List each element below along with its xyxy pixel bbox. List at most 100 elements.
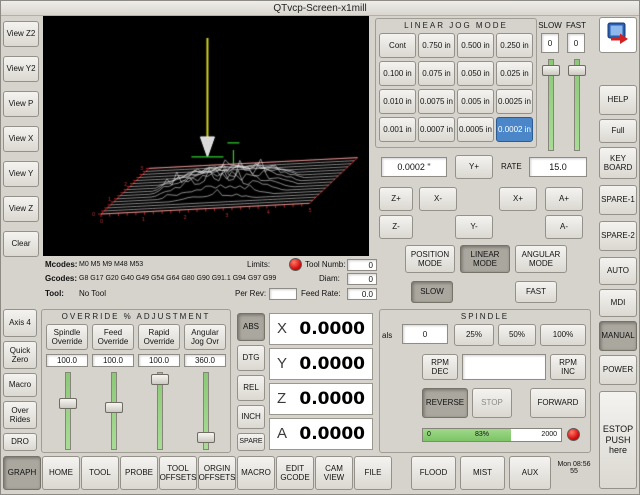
dro-abs-button[interactable]: ABS — [237, 313, 265, 341]
jog-z-minus-button[interactable]: Z- — [379, 215, 413, 239]
view-clear-button[interactable]: Clear — [3, 231, 39, 257]
exit-button[interactable] — [599, 17, 637, 53]
spindle-100-button[interactable]: 100% — [540, 324, 586, 346]
spindle-forward-button[interactable]: FORWARD — [530, 388, 586, 418]
flood-button[interactable]: FLOOD — [411, 456, 456, 490]
angular-jog-override-button[interactable]: Angular Jog Ovr — [184, 324, 226, 350]
jog-increment-button[interactable]: 0.010 in — [379, 89, 416, 114]
aux-button[interactable]: AUX — [509, 456, 551, 490]
nav-file-button[interactable]: FILE — [354, 456, 392, 490]
dro-a-letter: A — [277, 425, 287, 442]
power-button[interactable]: POWER — [599, 355, 637, 385]
jog-a-minus-button[interactable]: A- — [545, 215, 583, 239]
spindle-override-button[interactable]: Spindle Override — [46, 324, 88, 350]
jog-increment-button[interactable]: 0.0005 in — [457, 117, 494, 142]
nav-home-button[interactable]: HOME — [42, 456, 80, 490]
mist-button[interactable]: MIST — [460, 456, 505, 490]
jog-fast-button[interactable]: FAST — [515, 281, 557, 303]
nav-origin-offsets-button[interactable]: ORGIN OFFSETS — [198, 456, 236, 490]
tab-axis4[interactable]: Axis 4 — [3, 309, 37, 337]
spindle-50-button[interactable]: 50% — [498, 324, 536, 346]
view-z-button[interactable]: View Z — [3, 196, 39, 222]
dro-row-x: X 0.0000 — [269, 313, 373, 345]
jog-increment-button[interactable]: 0.250 in — [496, 33, 533, 58]
jog-increment-button[interactable]: Cont — [379, 33, 416, 58]
jog-increment-button[interactable]: 0.001 in — [379, 117, 416, 142]
full-button[interactable]: Full — [599, 119, 637, 143]
auto-mode-button[interactable]: AUTO — [599, 257, 637, 285]
nav-probe-button[interactable]: PROBE — [120, 456, 158, 490]
position-mode-button[interactable]: POSITION MODE — [405, 245, 455, 273]
spare1-button[interactable]: SPARE-1 — [599, 185, 637, 215]
spindle-speed-bar-fill — [423, 429, 511, 441]
jog-z-plus-button[interactable]: Z+ — [379, 187, 413, 211]
jog-increment-button-selected[interactable]: 0.0002 in — [496, 117, 533, 142]
jog-y-minus-button[interactable]: Y- — [455, 215, 493, 239]
nav-graph-button[interactable]: GRAPH — [3, 456, 41, 490]
slow-slider-handle[interactable] — [542, 65, 560, 76]
help-button[interactable]: HELP — [599, 85, 637, 115]
rpm-entry-field[interactable] — [462, 354, 546, 380]
keyboard-button[interactable]: KEY BOARD — [599, 147, 637, 179]
fast-slider-handle[interactable] — [568, 65, 586, 76]
nav-tool-offsets-button[interactable]: TOOL OFFSETS — [159, 456, 197, 490]
nav-macro-button[interactable]: MACRO — [237, 456, 275, 490]
angular-mode-button[interactable]: ANGULAR MODE — [515, 245, 567, 273]
jog-x-plus-button[interactable]: X+ — [499, 187, 537, 211]
rapid-override-button[interactable]: Rapid Override — [138, 324, 180, 350]
jog-increment-button[interactable]: 0.0025 in — [496, 89, 533, 114]
view-x-button[interactable]: View X — [3, 126, 39, 152]
rpm-inc-button[interactable]: RPM INC — [550, 354, 586, 380]
mcodes-label: Mcodes: — [45, 260, 77, 269]
view-y-button[interactable]: View Y — [3, 161, 39, 187]
jog-increment-button[interactable]: 0.005 in — [457, 89, 494, 114]
mdi-mode-button[interactable]: MDI — [599, 289, 637, 317]
view-p-button[interactable]: View P — [3, 91, 39, 117]
dro-y-value: 0.0000 — [299, 354, 365, 374]
rapid-override-slider-handle[interactable] — [151, 374, 169, 385]
limits-label: Limits: — [247, 260, 270, 269]
jog-increment-button[interactable]: 0.500 in — [457, 33, 494, 58]
spindle-25-button[interactable]: 25% — [454, 324, 494, 346]
jog-x-minus-button[interactable]: X- — [419, 187, 457, 211]
jog-increment-button[interactable]: 0.050 in — [457, 61, 494, 86]
feed-override-button[interactable]: Feed Override — [92, 324, 134, 350]
nav-edit-gcode-button[interactable]: EDIT GCODE — [276, 456, 314, 490]
nav-cam-view-button[interactable]: CAM VIEW — [315, 456, 353, 490]
estop-button[interactable]: ESTOP PUSH here — [599, 391, 637, 489]
spindle-override-slider-track[interactable] — [65, 372, 71, 450]
nav-tool-button[interactable]: TOOL — [81, 456, 119, 490]
spindle-override-slider-handle[interactable] — [59, 398, 77, 409]
jog-increment-button[interactable]: 0.025 in — [496, 61, 533, 86]
dro-dtg-button[interactable]: DTG — [237, 345, 265, 371]
manual-mode-button[interactable]: MANUAL — [599, 321, 637, 351]
jog-increment-button[interactable]: 0.0007 in — [418, 117, 455, 142]
jog-increment-button[interactable]: 0.0075 in — [418, 89, 455, 114]
rpm-dec-button[interactable]: RPM DEC — [422, 354, 458, 380]
dro-row-a: A 0.0000 — [269, 418, 373, 450]
tab-overrides[interactable]: Over Rides — [3, 401, 37, 429]
spindle-stop-button[interactable]: STOP — [472, 388, 512, 418]
jog-increment-button[interactable]: 0.750 in — [418, 33, 455, 58]
tab-dro[interactable]: DRO — [3, 433, 37, 451]
angular-jog-override-slider-handle[interactable] — [197, 432, 215, 443]
view-y2-button[interactable]: View Y2 — [3, 56, 39, 82]
jog-a-plus-button[interactable]: A+ — [545, 187, 583, 211]
jog-y-plus-button[interactable]: Y+ — [455, 155, 493, 179]
jog-increment-button[interactable]: 0.100 in — [379, 61, 416, 86]
tab-macro[interactable]: Macro — [3, 373, 37, 397]
gcode-preview[interactable] — [43, 16, 369, 256]
dro-inch-button[interactable]: INCH — [237, 405, 265, 429]
jog-increment-button[interactable]: 0.075 in — [418, 61, 455, 86]
spare2-button[interactable]: SPARE-2 — [599, 221, 637, 251]
jog-slow-button[interactable]: SLOW — [411, 281, 453, 303]
spindle-reverse-button[interactable]: REVERSE — [422, 388, 468, 418]
dro-spare-button[interactable]: SPARE — [237, 433, 265, 451]
angular-jog-override-readout: 360.0 — [184, 354, 226, 367]
spindle-rpm-label: als — [382, 331, 392, 340]
view-z2-button[interactable]: View Z2 — [3, 21, 39, 47]
linear-mode-button[interactable]: LINEAR MODE — [460, 245, 510, 273]
feed-override-slider-handle[interactable] — [105, 402, 123, 413]
tab-quick-zero[interactable]: Quick Zero — [3, 341, 37, 369]
dro-rel-button[interactable]: REL — [237, 375, 265, 401]
